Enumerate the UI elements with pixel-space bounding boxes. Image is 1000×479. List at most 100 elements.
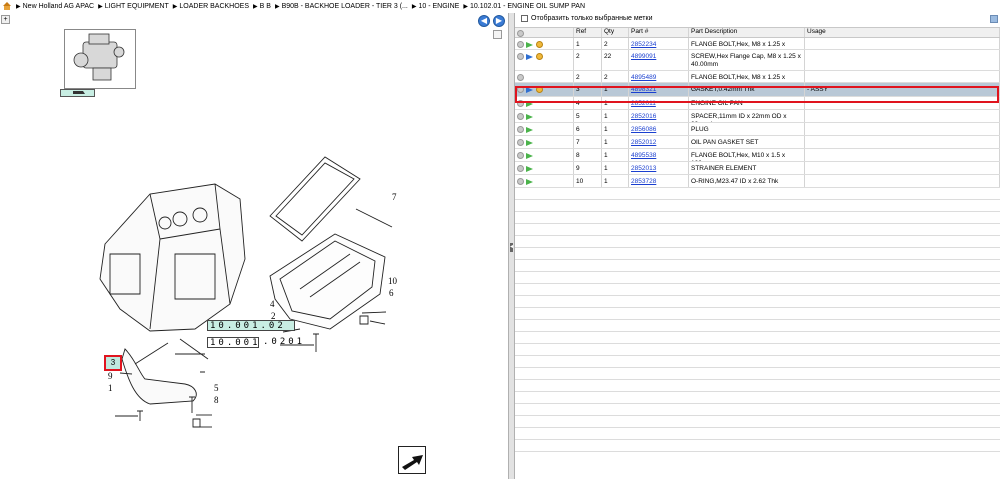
details-icon[interactable] [517,100,524,107]
ref-label-9[interactable]: 9 [108,371,113,381]
info-icon[interactable] [536,41,543,48]
cell-description: FLANGE BOLT,Hex, M10 x 1.5 x 120mm [689,149,805,161]
replacement-icon[interactable] [526,53,534,60]
part-number-link[interactable]: 2852234 [631,41,656,48]
col-part[interactable]: Part # [629,28,689,37]
cell-qty: 1 [602,83,629,96]
empty-row [515,248,1000,260]
details-icon[interactable] [517,126,524,133]
add-to-cart-icon[interactable] [526,178,534,185]
part-number-link[interactable]: 2853728 [631,178,656,185]
callout-link-plain[interactable]: 10.001 [207,337,259,348]
details-icon[interactable] [517,165,524,172]
col-ref[interactable]: Ref [574,28,602,37]
details-icon[interactable] [517,178,524,185]
part-number-link[interactable]: 2856086 [631,126,656,133]
col-description[interactable]: Part Description [689,28,805,37]
part-number-link[interactable]: 4895538 [631,152,656,159]
cell-usage [805,110,1000,122]
ref-label-1[interactable]: 1 [108,383,113,393]
breadcrumb-item[interactable]: ▶ 10.102.01 - ENGINE OIL SUMP PAN [463,3,585,10]
table-row[interactable]: 2 22 4899091 SCREW,Hex Flange Cap, M8 x … [515,50,1000,71]
col-qty[interactable]: Qty [602,28,629,37]
settings-icon[interactable] [517,30,524,37]
table-row[interactable]: 7 1 2852012 OIL PAN GASKET SET [515,136,1000,149]
empty-row [515,440,1000,452]
cell-qty: 1 [602,123,629,135]
table-row[interactable]: 5 1 2852016 SPACER,11mm ID x 22mm OD x 3… [515,110,1000,123]
cell-usage [805,162,1000,174]
details-icon[interactable] [517,74,524,81]
breadcrumb-item[interactable]: ▶ 10 - ENGINE [412,3,459,10]
info-icon[interactable] [536,86,543,93]
details-icon[interactable] [517,113,524,120]
add-to-cart-icon[interactable] [526,41,534,48]
highlighted-ref-3[interactable]: 3 [104,355,122,371]
prev-page-button[interactable]: ◀ [478,15,490,27]
breadcrumb-item[interactable]: ▶ LIGHT EQUIPMENT [98,3,169,10]
ref-label-2[interactable]: 2 [271,311,276,321]
info-icon[interactable] [536,53,543,60]
table-row[interactable]: 9 1 2852013 STRAINER ELEMENT [515,162,1000,175]
empty-grid-area [515,188,1000,452]
breadcrumb-item[interactable]: ▶ B B [253,3,271,10]
part-number-link[interactable]: 4895489 [631,74,656,81]
part-number-link[interactable]: 4898321 [631,86,656,93]
table-row-selected[interactable]: 3 1 4898321 GASKET,0.42mm Thk - ASSY [515,83,1000,97]
replacement-icon[interactable] [526,86,534,93]
details-icon[interactable] [517,86,524,93]
part-number-link[interactable]: 2852016 [631,113,656,120]
table-row[interactable]: 8 1 4895538 FLANGE BOLT,Hex, M10 x 1.5 x… [515,149,1000,162]
table-row[interactable]: 2 2 4895489 FLANGE BOLT,Hex, M8 x 1.25 x… [515,71,1000,83]
part-number-link[interactable]: 2852013 [631,165,656,172]
ref-label-4[interactable]: 4 [270,299,275,309]
cell-usage [805,149,1000,161]
row-icons [515,71,574,82]
add-to-cart-icon[interactable] [526,152,534,159]
home-icon[interactable] [2,1,12,11]
table-row[interactable]: 4 1 2852011 ENGINE OIL PAN [515,97,1000,110]
table-row[interactable]: 6 1 2856086 PLUG [515,123,1000,136]
add-to-cart-icon[interactable] [526,165,534,172]
row-icons [515,50,574,70]
add-to-cart-icon[interactable] [526,100,534,107]
cell-qty: 1 [602,162,629,174]
ref-label-6[interactable]: 6 [389,288,394,298]
col-usage[interactable]: Usage [805,28,1000,37]
collapse-handle-icon[interactable]: ◂ [510,243,513,252]
add-to-cart-icon[interactable] [526,113,534,120]
pane-splitter[interactable]: ◂ [508,13,515,479]
breadcrumb-item[interactable]: ▶ New Holland AG APAC [16,3,94,10]
details-icon[interactable] [517,139,524,146]
table-row[interactable]: 10 1 2853728 O-RING,M23.47 ID x 2.62 Thk [515,175,1000,188]
add-to-cart-icon[interactable] [526,139,534,146]
breadcrumb: ▶ New Holland AG APAC ▶ LIGHT EQUIPMENT ▶ L… [0,0,1000,12]
parts-list-pane: Отобразить только выбранные метки Ref Qt… [515,13,1000,479]
part-number-link[interactable]: 2852012 [631,139,656,146]
ref-label-7[interactable]: 7 [392,192,397,202]
details-icon[interactable] [517,152,524,159]
part-number-link[interactable]: 4899091 [631,53,656,60]
add-to-cart-icon[interactable] [526,126,534,133]
details-icon[interactable] [517,53,524,60]
cell-usage: - ASSY [805,83,1000,96]
table-row[interactable]: 1 2 2852234 FLANGE BOLT,Hex, M8 x 1.25 x… [515,38,1000,50]
show-selected-checkbox[interactable] [521,15,528,22]
next-drawing-icon[interactable] [398,446,426,474]
cell-description: O-RING,M23.47 ID x 2.62 Thk [689,175,805,187]
row-icons [515,97,574,109]
ref-label-5[interactable]: 5 [214,383,219,393]
cell-qty: 1 [602,149,629,161]
callout-link-teal[interactable]: 10.001.02 [207,320,295,331]
breadcrumb-item[interactable]: ▶ B90B - BACKHOE LOADER - TIER 3 (... [275,3,408,10]
oil-pan [269,233,386,330]
export-icon[interactable] [990,15,998,23]
header-settings-cell[interactable] [515,28,574,37]
breadcrumb-item[interactable]: ▶ LOADER BACKHOES [173,3,249,10]
expand-icon[interactable]: + [1,15,10,24]
part-number-link[interactable]: 2852011 [631,100,656,107]
ref-label-10[interactable]: 10 [388,276,397,286]
ref-label-8[interactable]: 8 [214,395,219,405]
next-page-button[interactable]: ▶ [493,15,505,27]
details-icon[interactable] [517,41,524,48]
